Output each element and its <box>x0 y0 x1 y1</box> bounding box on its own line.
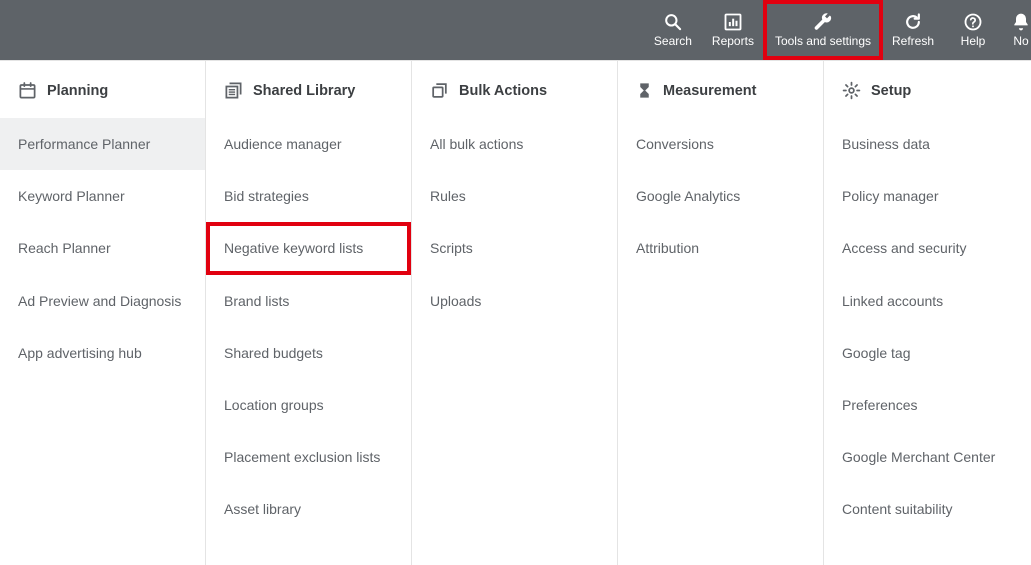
bulk-actions-header: Bulk Actions <box>412 81 617 118</box>
column-title: Shared Library <box>253 83 355 99</box>
menu-item-placement-exclusion-lists[interactable]: Placement exclusion lists <box>206 431 411 483</box>
help-nav-item[interactable]: Help <box>943 0 1003 60</box>
help-icon <box>963 12 983 32</box>
hourglass-icon <box>636 81 653 100</box>
menu-item-google-analytics[interactable]: Google Analytics <box>618 170 823 222</box>
menu-item-negative-keyword-lists[interactable]: Negative keyword lists <box>206 222 411 274</box>
menu-item-performance-planner[interactable]: Performance Planner <box>0 118 205 170</box>
measurement-column: Measurement Conversions Google Analytics… <box>618 61 824 565</box>
reports-nav-item[interactable]: Reports <box>703 0 763 60</box>
column-title: Planning <box>47 83 108 99</box>
menu-item-all-bulk-actions[interactable]: All bulk actions <box>412 118 617 170</box>
bulk-actions-column: Bulk Actions All bulk actions Rules Scri… <box>412 61 618 565</box>
menu-item-content-suitability[interactable]: Content suitability <box>824 483 1031 535</box>
menu-item-google-tag[interactable]: Google tag <box>824 327 1031 379</box>
menu-item-preferences[interactable]: Preferences <box>824 379 1031 431</box>
copy-icon <box>430 81 449 100</box>
menu-item-bid-strategies[interactable]: Bid strategies <box>206 170 411 222</box>
menu-item-ad-preview[interactable]: Ad Preview and Diagnosis <box>0 275 205 327</box>
nav-label: Tools and settings <box>775 35 871 49</box>
menu-item-scripts[interactable]: Scripts <box>412 222 617 274</box>
setup-column: Setup Business data Policy manager Acces… <box>824 61 1031 565</box>
shared-library-header: Shared Library <box>206 81 411 118</box>
search-icon <box>663 12 683 32</box>
bell-icon <box>1011 12 1031 32</box>
nav-label: Reports <box>712 35 754 49</box>
tools-and-settings-nav-item[interactable]: Tools and settings <box>763 0 883 60</box>
nav-label: No <box>1013 35 1028 49</box>
library-icon <box>224 81 243 100</box>
wrench-icon <box>813 12 833 32</box>
setup-header: Setup <box>824 81 1031 118</box>
refresh-icon <box>903 12 923 32</box>
menu-item-brand-lists[interactable]: Brand lists <box>206 275 411 327</box>
menu-item-uploads[interactable]: Uploads <box>412 275 617 327</box>
notifications-nav-item[interactable]: No <box>1003 0 1031 60</box>
menu-item-app-advertising-hub[interactable]: App advertising hub <box>0 327 205 379</box>
menu-item-access-security[interactable]: Access and security <box>824 222 1031 274</box>
menu-item-location-groups[interactable]: Location groups <box>206 379 411 431</box>
menu-item-keyword-planner[interactable]: Keyword Planner <box>0 170 205 222</box>
menu-item-conversions[interactable]: Conversions <box>618 118 823 170</box>
menu-item-google-merchant-center[interactable]: Google Merchant Center <box>824 431 1031 483</box>
nav-label: Search <box>654 35 692 49</box>
column-title: Setup <box>871 83 911 99</box>
menu-item-linked-accounts[interactable]: Linked accounts <box>824 275 1031 327</box>
column-title: Bulk Actions <box>459 83 547 99</box>
planning-column: Planning Performance Planner Keyword Pla… <box>0 61 206 565</box>
bar-chart-icon <box>723 12 743 32</box>
menu-item-reach-planner[interactable]: Reach Planner <box>0 222 205 274</box>
search-nav-item[interactable]: Search <box>643 0 703 60</box>
calendar-icon <box>18 81 37 100</box>
measurement-header: Measurement <box>618 81 823 118</box>
menu-item-attribution[interactable]: Attribution <box>618 222 823 274</box>
nav-label: Refresh <box>892 35 934 49</box>
shared-library-column: Shared Library Audience manager Bid stra… <box>206 61 412 565</box>
column-title: Measurement <box>663 83 756 99</box>
top-navigation-bar: Search Reports Tools and settings Refres… <box>0 0 1031 60</box>
nav-label: Help <box>961 35 986 49</box>
refresh-nav-item[interactable]: Refresh <box>883 0 943 60</box>
gear-icon <box>842 81 861 100</box>
menu-item-shared-budgets[interactable]: Shared budgets <box>206 327 411 379</box>
tools-menu-panel: Planning Performance Planner Keyword Pla… <box>0 60 1031 565</box>
planning-header: Planning <box>0 81 205 118</box>
menu-item-asset-library[interactable]: Asset library <box>206 483 411 535</box>
menu-item-business-data[interactable]: Business data <box>824 118 1031 170</box>
menu-item-rules[interactable]: Rules <box>412 170 617 222</box>
menu-item-audience-manager[interactable]: Audience manager <box>206 118 411 170</box>
menu-item-policy-manager[interactable]: Policy manager <box>824 170 1031 222</box>
